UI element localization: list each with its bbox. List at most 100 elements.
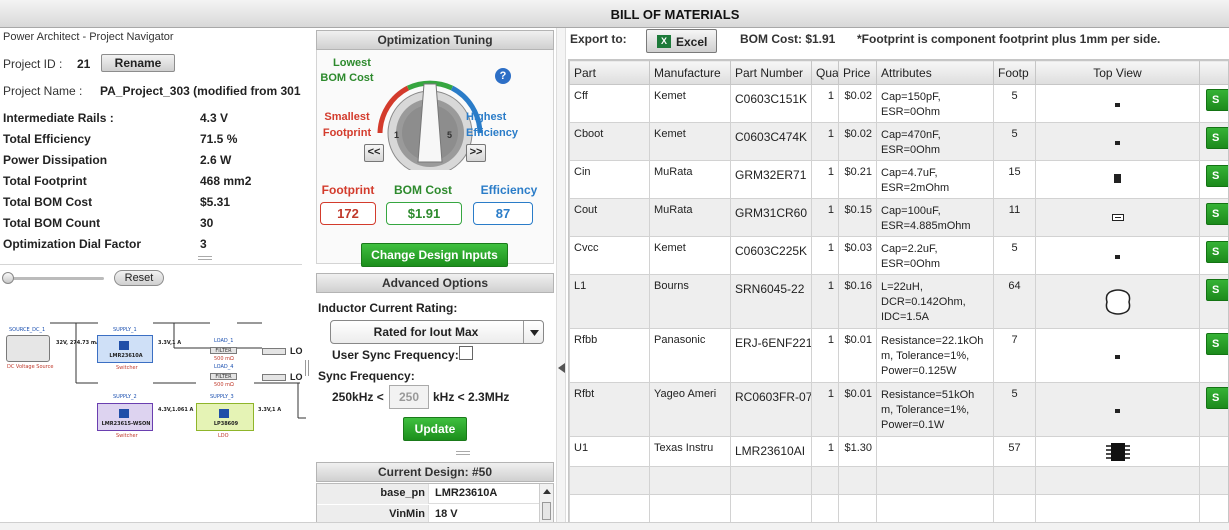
load4-block[interactable] — [262, 374, 286, 381]
footprint-dot-icon — [1115, 408, 1120, 413]
bom-row[interactable]: Rfbb Panasonic ERJ-6ENF221 1 $0.01 Resistance… — [569, 328, 1228, 383]
select-part-button[interactable]: S — [1206, 333, 1228, 355]
stat-label: Total Efficiency — [3, 132, 91, 146]
attributes-cell: Cap=100uF, ESR=4.885mOhm — [876, 198, 994, 237]
part-number-cell[interactable]: C0603C225K — [730, 236, 812, 275]
stat-label: Total BOM Count — [3, 216, 101, 230]
bom-row[interactable]: U1 Texas Instru LMR23610AI 1 $1.30 57 — [569, 436, 1228, 467]
attribute-line: Cap=4.7uF, — [881, 167, 938, 179]
col-header-price[interactable]: Price — [838, 60, 877, 85]
resize-grip[interactable] — [198, 256, 212, 260]
load1-block[interactable] — [262, 348, 286, 355]
source-sub: DC Voltage Source — [7, 364, 54, 370]
part-number-cell[interactable]: GRM31CR60 — [730, 198, 812, 237]
bom-row[interactable]: Cboot Kemet C0603C474K 1 $0.02 Cap=470nF, ESR=… — [569, 122, 1228, 161]
metric-bom-value: $1.91 — [386, 202, 462, 225]
help-icon[interactable]: ? — [495, 68, 511, 84]
col-header-quantity[interactable]: Qua — [811, 60, 839, 85]
dial-next-button[interactable]: >> — [466, 144, 486, 162]
attributes-cell: Cap=2.2uF, ESR=0Ohm — [876, 236, 994, 275]
dial-prev-button[interactable]: << — [364, 144, 384, 162]
zoom-slider-track[interactable] — [6, 277, 104, 280]
title-bar: BILL OF MATERIALS — [0, 0, 1229, 28]
part-number-cell[interactable]: ERJ-6ENF221 — [730, 328, 812, 383]
bom-row[interactable]: Cff Kemet C0603C151K 1 $0.02 Cap=150pF, ESR=0O… — [569, 84, 1228, 123]
select-part-button[interactable]: S — [1206, 127, 1228, 149]
footprint-dot-icon — [1115, 102, 1120, 107]
footprint-inductor-icon — [1105, 288, 1130, 315]
dc-source-block[interactable] — [6, 335, 50, 362]
sync-freq-checkbox[interactable] — [459, 346, 473, 360]
panel-splitter[interactable] — [556, 28, 566, 530]
select-part-button[interactable]: S — [1206, 387, 1228, 409]
reset-button[interactable]: Reset — [114, 270, 164, 286]
sync-frequency-input[interactable] — [389, 385, 429, 409]
part-number-cell[interactable]: C0603C151K — [730, 84, 812, 123]
manufacturer-cell: MuRata — [649, 198, 731, 237]
col-header-top-view[interactable]: Top View — [1035, 60, 1200, 85]
schematic-canvas[interactable]: SOURCE_DC_1 DC Voltage Source 32V, 274.7… — [0, 290, 306, 450]
bom-table-wrap: Part Manufacture Part Number Qua Price A… — [568, 59, 1229, 524]
supply1-block[interactable]: LMR23610A — [97, 335, 153, 363]
select-part-button[interactable]: S — [1206, 279, 1228, 301]
update-button[interactable]: Update — [403, 417, 467, 441]
select-part-button[interactable]: S — [1206, 165, 1228, 187]
supply2-part: LMR23615-WSON — [101, 421, 151, 427]
bom-row[interactable]: L1 Bourns SRN6045-22 1 $0.16 L=22uH, DCR=0.142… — [569, 274, 1228, 329]
excel-button[interactable]: X Excel — [646, 29, 717, 53]
price-cell: $0.16 — [838, 274, 877, 329]
attribute-line: ESR=0Ohm — [881, 106, 940, 118]
filter-block[interactable]: FILTER — [210, 373, 237, 380]
attribute-line: Resistance=22.1kOh — [881, 335, 984, 347]
part-number-cell[interactable]: LMR23610AI — [730, 436, 812, 467]
select-part-button[interactable]: S — [1206, 241, 1228, 263]
col-header-attributes[interactable]: Attributes — [876, 60, 994, 85]
scroll-up-icon[interactable] — [543, 489, 551, 494]
change-design-inputs-button[interactable]: Change Design Inputs — [361, 243, 508, 267]
attribute-line: Cap=2.2uF, — [881, 243, 938, 255]
col-header-manufacturer[interactable]: Manufacture — [649, 60, 731, 85]
footprint-dot-icon — [1115, 254, 1120, 259]
col-header-part-number[interactable]: Part Number — [730, 60, 812, 85]
resize-grip[interactable] — [456, 451, 470, 455]
efficiency-dial-label: Efficiency — [466, 127, 518, 139]
price-cell: $0.02 — [838, 122, 877, 161]
part-number-cell[interactable]: SRN6045-22 — [730, 274, 812, 329]
select-divider — [523, 321, 524, 343]
manufacturer-cell: Panasonic — [649, 328, 731, 383]
ti-logo-icon — [119, 341, 129, 350]
supply2-block[interactable]: LMR23615-WSON — [97, 403, 153, 431]
supply3-out: 3.3V,1 A — [258, 407, 282, 413]
footprint-dot-icon — [1115, 140, 1120, 145]
col-header-footprint[interactable]: Footp — [993, 60, 1036, 85]
select-part-button[interactable]: S — [1206, 89, 1228, 111]
supply3-title: SUPPLY_3 — [210, 394, 234, 400]
bom-row[interactable]: Cout MuRata GRM31CR60 1 $0.15 Cap=100uF, ESR=4… — [569, 198, 1228, 237]
dial-max-label: 5 — [447, 130, 453, 140]
price-cell: $0.01 — [838, 382, 877, 437]
inductor-select[interactable]: Rated for Iout Max — [330, 320, 544, 344]
filter-block[interactable]: FILTER — [210, 347, 237, 354]
collapse-arrow-icon[interactable] — [558, 363, 565, 373]
part-number-cell[interactable]: GRM32ER71 — [730, 160, 812, 199]
excel-label: Excel — [676, 35, 708, 49]
design-row-value: LMR23610A — [435, 487, 498, 499]
project-name-value: PA_Project_303 (modified from 301 — [100, 84, 301, 98]
bom-row[interactable]: Cin MuRata GRM32ER71 1 $0.21 Cap=4.7uF, ESR=2m… — [569, 160, 1228, 199]
select-part-button[interactable]: S — [1206, 203, 1228, 225]
footprint-dot-icon — [1115, 354, 1120, 359]
bom-row[interactable]: Rfbt Yageo Ameri RC0603FR-07 1 $0.01 Resistan… — [569, 382, 1228, 437]
supply3-type: LDO — [218, 433, 229, 439]
part-number-cell[interactable]: C0603C474K — [730, 122, 812, 161]
filter-value: 500 mΩ — [214, 382, 234, 388]
vertical-grip[interactable] — [305, 360, 309, 376]
scroll-thumb[interactable] — [542, 502, 551, 520]
supply3-block[interactable]: LP38609 — [196, 403, 254, 431]
part-number-cell[interactable]: RC0603FR-07 — [730, 382, 812, 437]
rename-button[interactable]: Rename — [101, 54, 175, 72]
quantity-cell: 1 — [811, 198, 839, 237]
zoom-slider-handle[interactable] — [2, 272, 14, 284]
col-header-part[interactable]: Part — [569, 60, 650, 85]
bom-row[interactable]: Cvcc Kemet C0603C225K 1 $0.03 Cap=2.2uF, ESR=0… — [569, 236, 1228, 275]
supply2-out: 4.3V,1.061 A — [158, 407, 194, 413]
